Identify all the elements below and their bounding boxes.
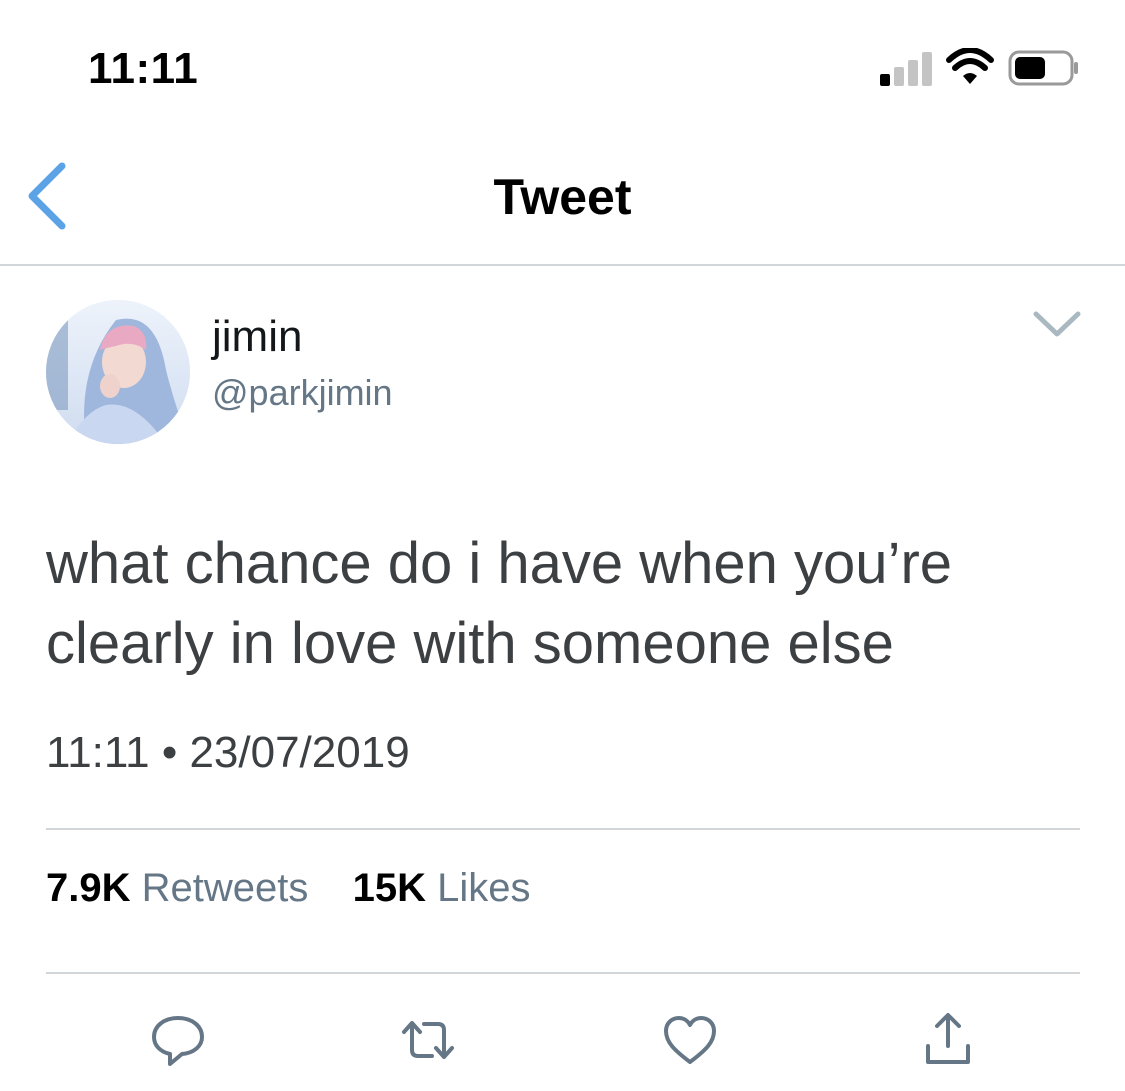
- author-handle[interactable]: @parkjimin: [212, 372, 393, 414]
- reply-button[interactable]: [148, 1010, 208, 1070]
- meta-separator: •: [161, 728, 178, 777]
- avatar[interactable]: [46, 300, 190, 444]
- profile-photo: [46, 300, 190, 444]
- like-button[interactable]: [660, 1010, 720, 1070]
- author-name[interactable]: jimin: [212, 312, 302, 362]
- retweet-icon: [402, 1021, 454, 1059]
- tweet-date: 23/07/2019: [189, 728, 410, 777]
- battery-icon: [1008, 50, 1078, 86]
- tweet-stats: 7.9K Retweets 15K Likes: [46, 866, 531, 911]
- divider: [46, 972, 1080, 974]
- retweets-stat[interactable]: 7.9K Retweets: [46, 866, 320, 910]
- retweet-button[interactable]: [398, 1010, 458, 1070]
- reply-icon: [152, 1016, 204, 1066]
- wifi-icon: [946, 48, 994, 84]
- heart-icon: [664, 1016, 716, 1064]
- cellular-signal-icon: [880, 52, 932, 86]
- nav-header: Tweet: [0, 130, 1125, 266]
- like-count: 15K: [352, 866, 427, 910]
- share-icon: [926, 1013, 970, 1064]
- tweet-timestamp: 11:11 • 23/07/2019: [46, 728, 410, 778]
- tweet-options-button[interactable]: [1030, 306, 1084, 342]
- retweet-label: Retweets: [141, 866, 309, 910]
- like-label: Likes: [437, 866, 531, 910]
- divider: [46, 828, 1080, 830]
- retweet-count: 7.9K: [46, 866, 131, 910]
- status-bar: 11:11: [0, 0, 1125, 130]
- chevron-down-icon: [1033, 311, 1081, 337]
- status-time: 11:11: [88, 44, 199, 93]
- tweet-time: 11:11: [46, 728, 150, 777]
- tweet-text: what chance do i have when you’re clearl…: [46, 531, 953, 676]
- share-button[interactable]: [918, 1010, 978, 1070]
- likes-stat[interactable]: 15K Likes: [353, 866, 531, 910]
- page-title: Tweet: [493, 169, 632, 225]
